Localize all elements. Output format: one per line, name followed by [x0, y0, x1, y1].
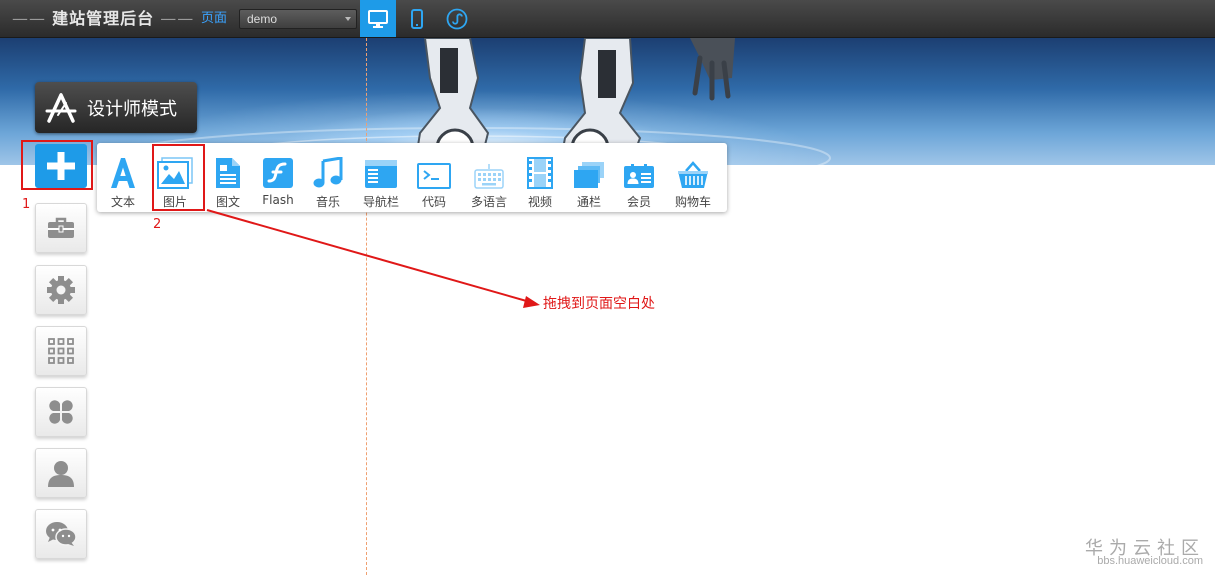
text-icon — [111, 158, 135, 188]
video-icon — [527, 157, 553, 189]
clover-icon — [49, 400, 73, 424]
widget-label: 多语言 — [470, 195, 507, 209]
highlight-image-widget — [152, 144, 205, 211]
drag-hint-text: 拖拽到页面空白处 — [543, 296, 655, 312]
widget-label: Flash — [262, 193, 294, 207]
widget-label: 会员 — [626, 195, 651, 209]
keyboard-icon — [474, 164, 504, 189]
mini-program-view-button[interactable] — [439, 0, 475, 37]
widget-multilanguage[interactable]: 多语言 — [464, 143, 514, 212]
highlight-add-button — [21, 140, 93, 190]
desktop-icon — [368, 9, 388, 28]
wechat-icon — [46, 522, 77, 546]
modules-button[interactable] — [35, 387, 87, 437]
drag-arrow-line — [206, 209, 531, 303]
widget-member[interactable]: 会员 — [618, 143, 660, 212]
widget-label: 导航栏 — [362, 195, 399, 209]
flash-icon — [263, 158, 293, 188]
page-guide-line — [366, 38, 367, 575]
widget-label: 代码 — [421, 195, 446, 209]
user-icon — [48, 461, 74, 487]
brand-title-text: 建站管理后台 — [52, 9, 155, 28]
page-select-value: demo — [247, 12, 278, 26]
designer-compass-icon — [45, 92, 77, 123]
widget-label: 图文 — [215, 195, 240, 209]
widget-label: 通栏 — [576, 195, 601, 209]
widget-music[interactable]: 音乐 — [307, 143, 349, 212]
widget-video[interactable]: 视频 — [519, 143, 561, 212]
widget-label: 视频 — [527, 195, 552, 209]
widget-banner[interactable]: 通栏 — [567, 143, 611, 212]
chevron-down-icon — [345, 17, 351, 21]
watermark-url: bbs.huaweicloud.com — [1097, 555, 1203, 567]
top-bar: —— 建站管理后台 —— 页面 demo — [0, 0, 1215, 38]
member-center-button[interactable] — [35, 448, 87, 498]
widget-flash[interactable]: Flash — [256, 143, 300, 212]
code-icon — [417, 163, 451, 189]
page-select[interactable]: demo — [239, 9, 357, 29]
annotation-step-2: 2 — [153, 217, 162, 232]
widget-code[interactable]: 代码 — [413, 143, 455, 212]
toolbox-icon — [48, 217, 74, 238]
desktop-view-button[interactable] — [360, 0, 396, 37]
widget-cart[interactable]: 购物车 — [667, 143, 719, 212]
mobile-view-button[interactable] — [399, 0, 435, 37]
member-icon — [624, 164, 654, 188]
widget-text[interactable]: 文本 — [102, 143, 144, 212]
cart-icon — [678, 161, 708, 188]
navbar-icon — [365, 160, 397, 188]
widget-image-text[interactable]: 图文 — [208, 143, 248, 212]
toolbox-button[interactable] — [35, 203, 87, 253]
designer-mode-button[interactable]: 设计师模式 — [35, 82, 197, 133]
image-text-icon — [216, 158, 240, 188]
settings-button[interactable] — [35, 265, 87, 315]
music-icon — [313, 157, 343, 188]
widget-label: 音乐 — [315, 195, 340, 209]
brand-title: —— 建站管理后台 —— — [12, 9, 195, 28]
designer-mode-label: 设计师模式 — [87, 98, 177, 120]
banner-icon — [574, 162, 604, 188]
widget-label: 购物车 — [674, 195, 711, 209]
mobile-icon — [411, 8, 423, 29]
widget-label: 文本 — [110, 195, 135, 209]
page-label: 页面 — [201, 11, 228, 26]
apps-button[interactable] — [35, 326, 87, 376]
drag-arrowhead — [523, 296, 540, 308]
gear-icon — [47, 276, 75, 304]
apps-grid-icon — [48, 338, 74, 364]
mini-program-icon — [446, 8, 468, 29]
wechat-button[interactable] — [35, 509, 87, 559]
annotation-step-1: 1 — [22, 197, 31, 212]
widget-navbar[interactable]: 导航栏 — [357, 143, 405, 212]
